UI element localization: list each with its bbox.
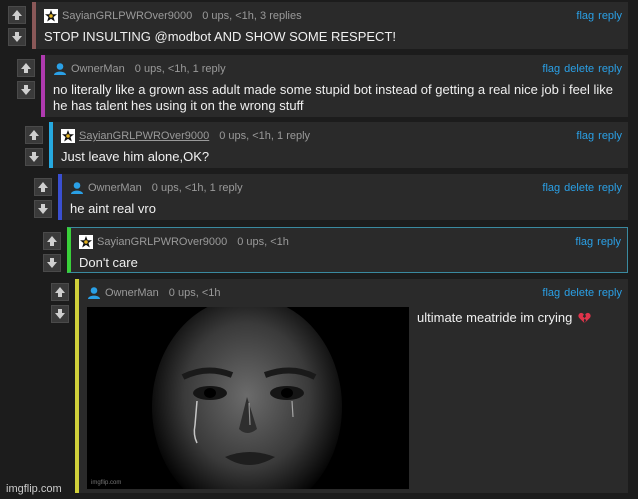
comment-actions: flag delete reply	[542, 182, 622, 194]
vote-controls	[8, 6, 28, 50]
comment-meta: OwnerMan 0 ups, <1h, 1 reply flag delete…	[70, 181, 622, 195]
username-link[interactable]: OwnerMan	[105, 287, 159, 299]
delete-link[interactable]: delete	[564, 182, 594, 194]
upvote-button[interactable]	[34, 178, 52, 196]
flag-link[interactable]: flag	[542, 63, 560, 75]
broken-heart-icon	[578, 312, 591, 324]
meme-image[interactable]: imgflip.com	[87, 307, 409, 489]
upvote-button[interactable]	[51, 283, 69, 301]
comment-actions: flag delete reply	[542, 287, 622, 299]
username-link[interactable]: SayianGRLPWROver9000	[97, 236, 227, 248]
comment-stats: 0 ups, <1h	[168, 287, 221, 299]
username-link[interactable]: SayianGRLPWROver9000	[62, 10, 192, 22]
comment-3: SayianGRLPWROver9000 0 ups, <1h, 1 reply…	[25, 122, 628, 168]
delete-link[interactable]: delete	[564, 63, 594, 75]
comment-meta: OwnerMan 0 ups, <1h flag delete reply	[87, 286, 622, 300]
comment-stats: 0 ups, <1h	[237, 236, 289, 248]
site-watermark: imgflip.com	[6, 483, 62, 495]
down-arrow-icon	[55, 309, 65, 319]
comment-actions: flag reply	[575, 236, 621, 248]
comment-actions: flag reply	[576, 130, 622, 142]
upvote-button[interactable]	[17, 59, 35, 77]
comment-4: OwnerMan 0 ups, <1h, 1 reply flag delete…	[34, 174, 628, 220]
comment-stats: 0 ups, <1h, 1 reply	[134, 63, 226, 75]
comment-text: Don't care	[79, 255, 138, 270]
comment-meta: SayianGRLPWROver9000 0 ups, <1h flag rep…	[79, 235, 621, 249]
downvote-button[interactable]	[17, 81, 35, 99]
downvote-button[interactable]	[43, 254, 61, 272]
star-avatar-icon	[79, 235, 93, 249]
up-arrow-icon	[55, 287, 65, 297]
reply-link[interactable]: reply	[597, 236, 621, 248]
vote-controls	[34, 178, 54, 222]
reply-link[interactable]: reply	[598, 182, 622, 194]
downvote-button[interactable]	[8, 28, 26, 46]
crying-face-image	[87, 307, 409, 489]
user-avatar-icon	[88, 287, 100, 299]
username-link[interactable]: OwnerMan	[88, 182, 142, 194]
up-arrow-icon	[29, 130, 39, 140]
comment-text: he aint real vro	[70, 201, 156, 216]
username-link[interactable]: SayianGRLPWROver9000	[79, 130, 209, 142]
downvote-button[interactable]	[25, 148, 43, 166]
comment-stats: 0 ups, <1h, 3 replies	[202, 10, 302, 22]
downvote-button[interactable]	[51, 305, 69, 323]
comment-text: no literally like a grown ass adult made…	[53, 82, 614, 113]
user-avatar-icon	[54, 63, 66, 75]
upvote-button[interactable]	[25, 126, 43, 144]
flag-link[interactable]: flag	[542, 287, 560, 299]
vote-controls	[17, 59, 37, 103]
vote-controls	[51, 283, 71, 327]
star-avatar-icon	[61, 129, 75, 143]
comment-1: SayianGRLPWROver9000 0 ups, <1h, 3 repli…	[8, 2, 628, 49]
comment-actions: flag reply	[576, 10, 622, 22]
vote-controls	[25, 126, 45, 170]
flag-link[interactable]: flag	[542, 182, 560, 194]
comment-meta: OwnerMan 0 ups, <1h, 1 reply flag delete…	[53, 62, 622, 76]
delete-link[interactable]: delete	[564, 287, 594, 299]
down-arrow-icon	[29, 152, 39, 162]
down-arrow-icon	[47, 258, 57, 268]
user-avatar-icon	[71, 182, 83, 194]
flag-link[interactable]: flag	[575, 236, 593, 248]
comment-6: OwnerMan 0 ups, <1h flag delete reply im…	[51, 279, 628, 493]
upvote-button[interactable]	[43, 232, 61, 250]
image-watermark: imgflip.com	[91, 480, 122, 486]
comment-meta: SayianGRLPWROver9000 0 ups, <1h, 1 reply…	[61, 129, 622, 143]
flag-link[interactable]: flag	[576, 10, 594, 22]
downvote-button[interactable]	[34, 200, 52, 218]
flag-link[interactable]: flag	[576, 130, 594, 142]
star-avatar-icon	[44, 9, 58, 23]
down-arrow-icon	[38, 204, 48, 214]
up-arrow-icon	[47, 236, 57, 246]
comment-meta: SayianGRLPWROver9000 0 ups, <1h, 3 repli…	[44, 9, 622, 23]
comment-2: OwnerMan 0 ups, <1h, 1 reply flag delete…	[17, 55, 628, 117]
comment-stats: 0 ups, <1h, 1 reply	[219, 130, 311, 142]
up-arrow-icon	[38, 182, 48, 192]
reply-link[interactable]: reply	[598, 130, 622, 142]
up-arrow-icon	[21, 63, 31, 73]
down-arrow-icon	[21, 85, 31, 95]
comment-text-content: ultimate meatride im crying	[417, 310, 573, 325]
reply-link[interactable]: reply	[598, 63, 622, 75]
up-arrow-icon	[12, 10, 22, 20]
comment-stats: 0 ups, <1h, 1 reply	[151, 182, 243, 194]
reply-link[interactable]: reply	[598, 287, 622, 299]
upvote-button[interactable]	[8, 6, 26, 24]
comment-actions: flag delete reply	[542, 63, 622, 75]
comment-text: ultimate meatride im crying	[417, 310, 618, 326]
comment-text: STOP INSULTING @modbot AND SHOW SOME RES…	[44, 29, 396, 44]
comment-5: SayianGRLPWROver9000 0 ups, <1h flag rep…	[43, 227, 628, 273]
vote-controls	[43, 232, 63, 276]
comment-text: Just leave him alone,OK?	[61, 149, 210, 164]
down-arrow-icon	[12, 32, 22, 42]
reply-link[interactable]: reply	[598, 10, 622, 22]
username-link[interactable]: OwnerMan	[71, 63, 125, 75]
